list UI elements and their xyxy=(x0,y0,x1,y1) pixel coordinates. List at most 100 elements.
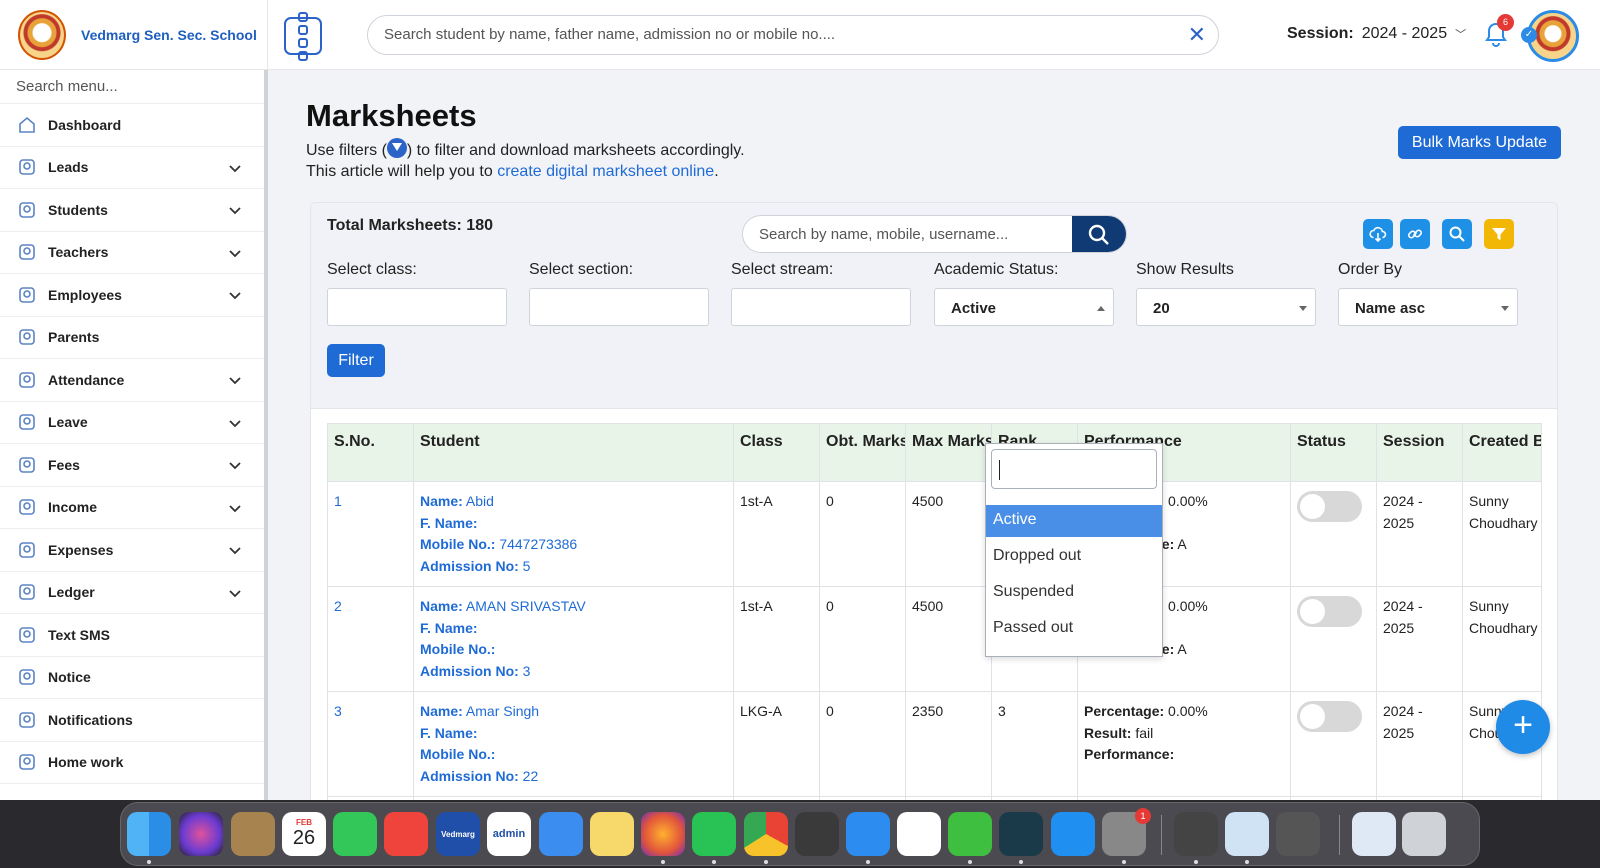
filter-button[interactable]: Filter xyxy=(327,344,385,377)
chrome-icon[interactable] xyxy=(744,812,788,856)
siri-icon[interactable] xyxy=(179,812,223,856)
appstore-icon[interactable] xyxy=(1051,812,1095,856)
dropdown-option-active[interactable]: Active xyxy=(986,505,1162,537)
download-cloud-icon[interactable] xyxy=(1363,219,1393,249)
student-admission: 3 xyxy=(522,662,531,679)
column-header[interactable]: Created By xyxy=(1462,423,1542,482)
dock-separator xyxy=(1161,815,1162,855)
column-header[interactable]: Class xyxy=(733,423,820,482)
status-toggle[interactable] xyxy=(1297,701,1362,732)
brand[interactable]: Vedmarg Sen. Sec. School xyxy=(0,0,268,70)
sno-value[interactable]: 2 xyxy=(334,598,342,614)
mail-icon[interactable] xyxy=(539,812,583,856)
filter-icon[interactable] xyxy=(1484,219,1514,249)
sidebar-item-notice[interactable]: Notice xyxy=(0,657,264,699)
student-name-line: Name: Amar Singh xyxy=(420,701,727,723)
sidebar-item-text-sms[interactable]: Text SMS xyxy=(0,614,264,657)
dropdown-search-input[interactable] xyxy=(991,449,1157,489)
firefox-icon[interactable] xyxy=(641,812,685,856)
status-toggle[interactable] xyxy=(1297,596,1362,627)
sidebar-item-leave[interactable]: Leave xyxy=(0,402,264,444)
add-fab-button[interactable]: + xyxy=(1496,700,1550,754)
marksheet-search[interactable] xyxy=(742,215,1127,253)
column-header[interactable]: Obt. Marks xyxy=(819,423,906,482)
class-select[interactable] xyxy=(327,288,507,326)
student-name[interactable]: Amar Singh xyxy=(466,703,539,719)
opera-icon[interactable] xyxy=(897,812,941,856)
order-by-select[interactable]: Name asc xyxy=(1338,288,1518,326)
downloads-icon[interactable] xyxy=(1352,812,1396,856)
global-search[interactable]: ✕ xyxy=(367,15,1219,55)
sidebar-item-dashboard[interactable]: Dashboard xyxy=(0,104,264,147)
sidebar-item-teachers[interactable]: Teachers xyxy=(0,232,264,274)
session-selector[interactable]: Session: 2024 - 2025 ﹀ xyxy=(1287,25,1466,43)
anydesk-icon[interactable] xyxy=(384,812,428,856)
order-by-value: Name asc xyxy=(1355,300,1426,317)
search-toggle-icon[interactable] xyxy=(1442,219,1472,249)
help-article-link[interactable]: create digital marksheet online xyxy=(497,163,714,180)
column-header[interactable]: Session xyxy=(1376,423,1463,482)
clear-search-icon[interactable]: ✕ xyxy=(1188,24,1206,46)
contacts-icon[interactable] xyxy=(231,812,275,856)
student-name[interactable]: AMAN SRIVASTAV xyxy=(466,598,586,614)
student-name[interactable]: Abid xyxy=(466,493,494,509)
sidebar-item-students[interactable]: Students xyxy=(0,189,264,232)
sidebar-search[interactable]: Search menu... xyxy=(0,70,264,104)
sno-value[interactable]: 1 xyxy=(334,493,342,509)
calculator-icon[interactable] xyxy=(1174,812,1218,856)
sno-cell: 3 xyxy=(327,691,414,797)
bulk-marks-update-button[interactable]: Bulk Marks Update xyxy=(1398,126,1561,159)
student-cell: Name: Abid F. Name: Mobile No.: 744727338… xyxy=(413,481,734,587)
sidebar-item-notifications[interactable]: Notifications xyxy=(0,699,264,742)
apps-grid-icon[interactable] xyxy=(284,11,322,61)
trash-icon[interactable] xyxy=(1402,812,1446,856)
screenshot-icon[interactable] xyxy=(1276,812,1320,856)
sidebar-item-fees[interactable]: Fees xyxy=(0,444,264,487)
class-label: Select class: xyxy=(327,261,417,278)
sidebar-item-employees[interactable]: Employees xyxy=(0,274,264,317)
stream-select[interactable] xyxy=(731,288,911,326)
pen-icon[interactable] xyxy=(948,812,992,856)
dropdown-option-passed-out[interactable]: Passed out xyxy=(986,613,1162,645)
sidebar-item-ledger[interactable]: Ledger xyxy=(0,572,264,614)
status-toggle[interactable] xyxy=(1297,491,1362,522)
dropdown-option-dropped-out[interactable]: Dropped out xyxy=(986,541,1162,573)
academic-status-select[interactable]: Active xyxy=(934,288,1114,326)
sublime-icon[interactable] xyxy=(795,812,839,856)
sno-value[interactable]: 3 xyxy=(334,703,342,719)
created-by-cell: Sunny Choudhary xyxy=(1462,481,1542,587)
dropdown-option-suspended[interactable]: Suspended xyxy=(986,577,1162,609)
filmora-icon[interactable] xyxy=(999,812,1043,856)
sidebar-item-expenses[interactable]: Expenses xyxy=(0,529,264,572)
sidebar-item-income[interactable]: Income xyxy=(0,487,264,529)
created-by-cell: Sunny Choudhary xyxy=(1462,586,1542,692)
sidebar-item-parents[interactable]: Parents xyxy=(0,317,264,359)
facetime-icon[interactable] xyxy=(333,812,377,856)
preview-icon[interactable] xyxy=(1225,812,1269,856)
vedmarg-icon[interactable]: Vedmarg xyxy=(436,812,480,856)
global-search-input[interactable] xyxy=(384,26,1164,43)
marksheet-search-input[interactable] xyxy=(759,226,1059,243)
finder-icon[interactable] xyxy=(127,812,171,856)
column-header[interactable]: Student xyxy=(413,423,734,482)
whatsapp-icon[interactable] xyxy=(692,812,736,856)
sidebar-item-leads[interactable]: Leads xyxy=(0,147,264,189)
notes-icon[interactable] xyxy=(590,812,634,856)
vedmarg-admin-icon[interactable]: admin xyxy=(487,812,531,856)
show-results-select[interactable]: 20 xyxy=(1136,288,1316,326)
column-header[interactable]: S.No. xyxy=(327,423,414,482)
column-header[interactable]: Max Marks xyxy=(905,423,992,482)
column-header[interactable]: Status xyxy=(1290,423,1377,482)
section-select[interactable] xyxy=(529,288,709,326)
empty-cell xyxy=(327,796,414,800)
calendar-icon[interactable]: FEB 26 xyxy=(282,812,326,856)
sidebar-item-attendance[interactable]: Attendance xyxy=(0,359,264,402)
student-mobile: 7447273386 xyxy=(499,536,578,552)
page-title: Marksheets xyxy=(306,98,477,133)
link-icon[interactable] xyxy=(1400,219,1430,249)
sidebar-item-home-work[interactable]: Home work xyxy=(0,742,264,784)
school-logo xyxy=(18,10,66,60)
safari-icon[interactable] xyxy=(846,812,890,856)
search-button[interactable] xyxy=(1072,216,1126,252)
student-admission: 5 xyxy=(522,557,531,574)
